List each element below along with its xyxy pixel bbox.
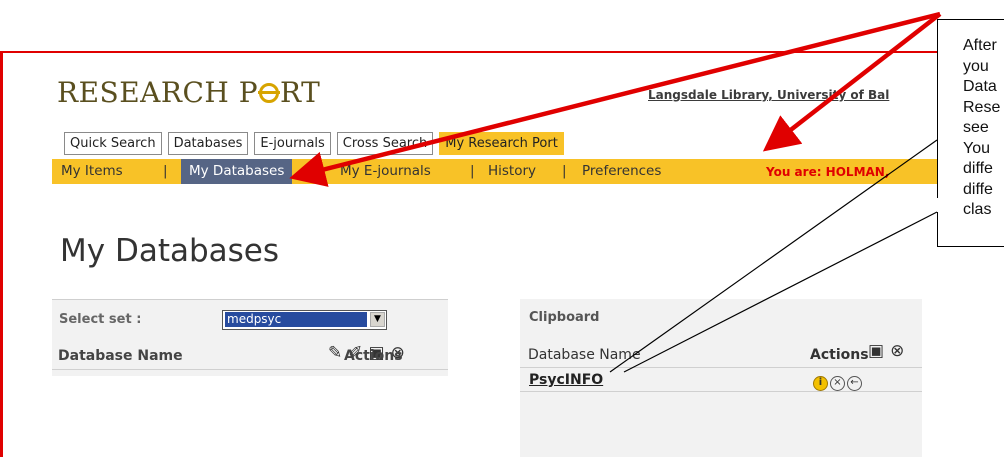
database-set-panel: Select set : medpsyc ▼ ✎✐▣⊗ [52,299,448,376]
chevron-down-icon[interactable]: ▼ [370,312,385,327]
clipboard-panel: Clipboard ▣⊗ Database Name Actions PsycI… [520,299,922,457]
database-link[interactable]: PsycINFO [529,372,603,388]
clipboard-column-database-name: Database Name [528,347,641,363]
info-icon[interactable]: i [813,376,828,391]
panel-divider [52,369,448,370]
subnav-my-items[interactable]: My Items [61,163,123,179]
row-divider [520,391,922,392]
callout-line: see [963,119,989,136]
remove-icon[interactable]: × [830,376,845,391]
main-tabs: Quick Search Databases E-journals Cross … [64,132,564,155]
sub-navigation: My Items | My Databases My E-journals | … [52,159,1004,184]
tab-databases[interactable]: Databases [167,132,249,155]
panel-divider [52,299,448,300]
callout-line: Rese [963,98,1001,116]
tab-cross-search[interactable]: Cross Search [336,132,434,155]
subnav-my-e-journals[interactable]: My E-journals [340,163,431,179]
page-title: My Databases [60,233,280,269]
institution-link[interactable]: Langsdale Library, University of Bal [648,88,889,102]
callout-line: After [963,37,997,54]
select-set-label: Select set : [59,312,142,327]
set-select-value: medpsyc [225,312,367,327]
subnav-history[interactable]: History [488,163,536,179]
save-clipboard-icon[interactable]: ▣ [868,341,890,361]
clipboard-title: Clipboard [529,310,600,325]
column-database-name: Database Name [58,348,183,364]
callout-line: Data [963,78,997,95]
subnav-separator: | [163,163,168,179]
logo-o-icon [258,83,281,103]
callout-line: diffe [963,160,993,177]
callout-line: You [963,139,990,157]
logo-text-right: RT [280,76,321,109]
tab-my-research-port[interactable]: My Research Port [439,132,564,155]
current-user-label: You are: HOLMAN, [766,165,890,179]
move-left-icon[interactable]: ← [847,376,862,391]
set-select[interactable]: medpsyc ▼ [222,310,387,330]
row-actions: i × ← [813,370,864,391]
research-port-logo[interactable]: RESEARCH P RT [57,76,320,109]
clipboard-column-actions: Actions [810,347,869,363]
subnav-preferences[interactable]: Preferences [582,163,661,179]
tab-quick-search[interactable]: Quick Search [64,132,162,155]
subnav-separator: | [562,163,567,179]
annotation-callout: After you Data Rese see You diffe diffe … [937,19,1004,247]
column-actions: Actions [344,348,403,364]
callout-line: diffe [963,180,993,198]
callout-line: clas [963,201,992,218]
logo-text-left: RESEARCH P [57,76,259,109]
clipboard-actions: ▣⊗ [868,341,910,361]
subnav-separator: | [470,163,475,179]
clear-clipboard-icon[interactable]: ⊗ [890,341,910,361]
row-divider [520,367,922,368]
callout-line: you [963,57,989,75]
tab-e-journals[interactable]: E-journals [254,132,331,155]
subnav-my-databases[interactable]: My Databases [181,159,293,184]
